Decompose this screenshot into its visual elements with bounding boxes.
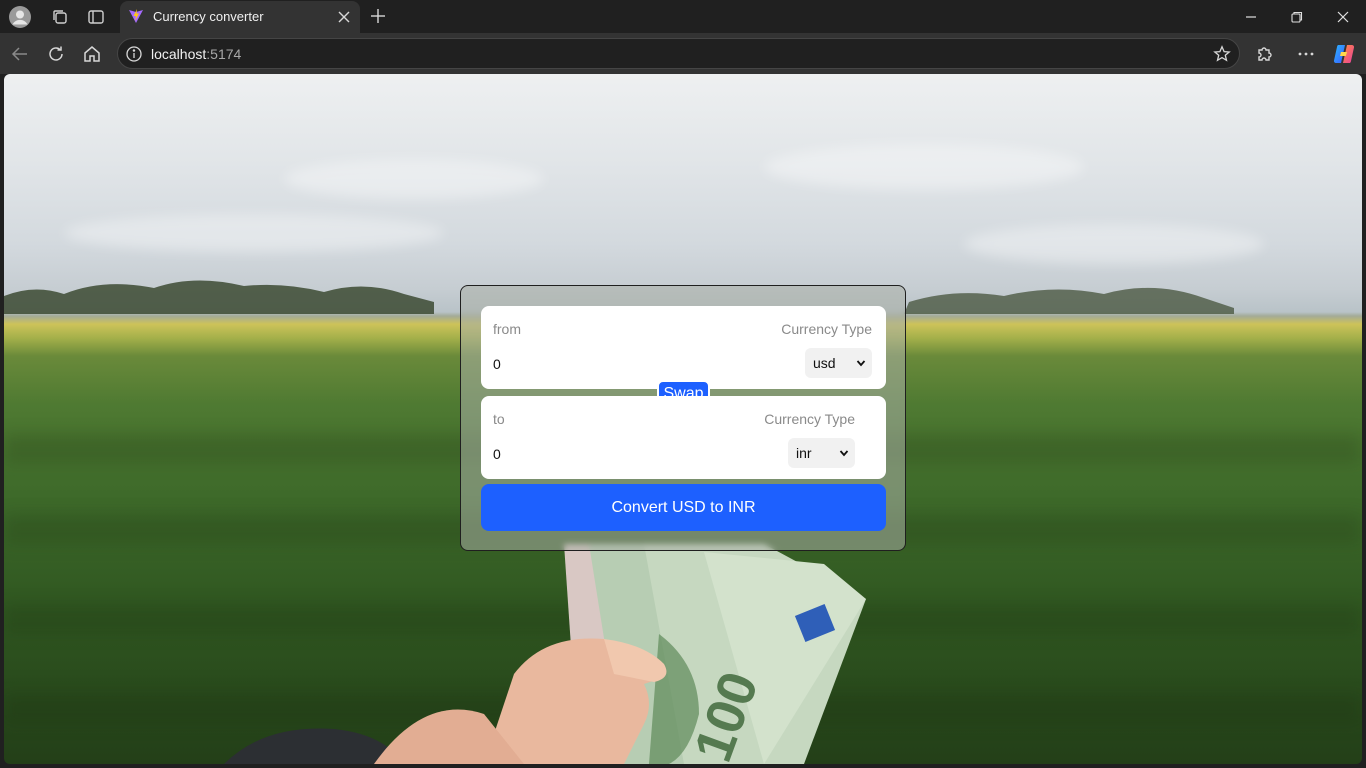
workspaces-icon[interactable] xyxy=(47,4,73,30)
chevron-down-icon xyxy=(856,360,866,367)
tab-currency-converter[interactable]: Currency converter xyxy=(120,1,360,33)
tab-title: Currency converter xyxy=(153,9,264,24)
home-icon[interactable] xyxy=(78,40,106,68)
back-arrow-icon[interactable] xyxy=(6,40,34,68)
puzzle-icon[interactable] xyxy=(1251,40,1279,68)
from-panel: from Currency Type usd xyxy=(481,306,886,389)
restore-icon[interactable] xyxy=(1274,0,1320,33)
reload-icon[interactable] xyxy=(42,40,70,68)
copilot-icon[interactable] xyxy=(1330,40,1358,68)
plus-icon[interactable] xyxy=(366,4,390,28)
to-currency-value: inr xyxy=(796,445,812,461)
info-icon[interactable] xyxy=(125,45,143,63)
window-bottom-edge xyxy=(0,764,1366,768)
to-label: to xyxy=(493,411,505,427)
from-currency-type-label: Currency Type xyxy=(781,321,872,337)
window-close-icon[interactable] xyxy=(1320,0,1366,33)
tab-actions-icon[interactable] xyxy=(83,4,109,30)
more-icon[interactable] xyxy=(1292,40,1320,68)
from-currency-value: usd xyxy=(813,355,836,371)
from-label: from xyxy=(493,321,521,337)
browser-toolbar: localhost:5174 xyxy=(0,33,1366,74)
to-currency-type-label: Currency Type xyxy=(764,411,855,427)
to-currency-select[interactable]: inr xyxy=(788,438,855,468)
minimize-icon[interactable] xyxy=(1228,0,1274,33)
to-amount-input[interactable] xyxy=(493,444,713,464)
url-port: :5174 xyxy=(206,46,242,62)
chevron-down-icon xyxy=(839,450,849,457)
from-amount-input[interactable] xyxy=(493,354,713,374)
currency-converter-card: from Currency Type usd Swap to Currency … xyxy=(460,285,906,551)
vite-favicon-icon xyxy=(129,9,143,23)
url-text[interactable]: localhost:5174 xyxy=(151,46,241,62)
star-icon[interactable] xyxy=(1213,45,1231,63)
from-currency-select[interactable]: usd xyxy=(805,348,872,378)
to-panel: to Currency Type inr xyxy=(481,396,886,479)
convert-button[interactable]: Convert USD to INR xyxy=(481,484,886,531)
address-bar[interactable]: localhost:5174 xyxy=(117,38,1240,69)
close-icon[interactable] xyxy=(334,7,354,27)
url-host: localhost xyxy=(151,46,207,62)
profile-icon[interactable] xyxy=(7,4,33,30)
tab-strip: Currency converter xyxy=(0,0,1366,33)
